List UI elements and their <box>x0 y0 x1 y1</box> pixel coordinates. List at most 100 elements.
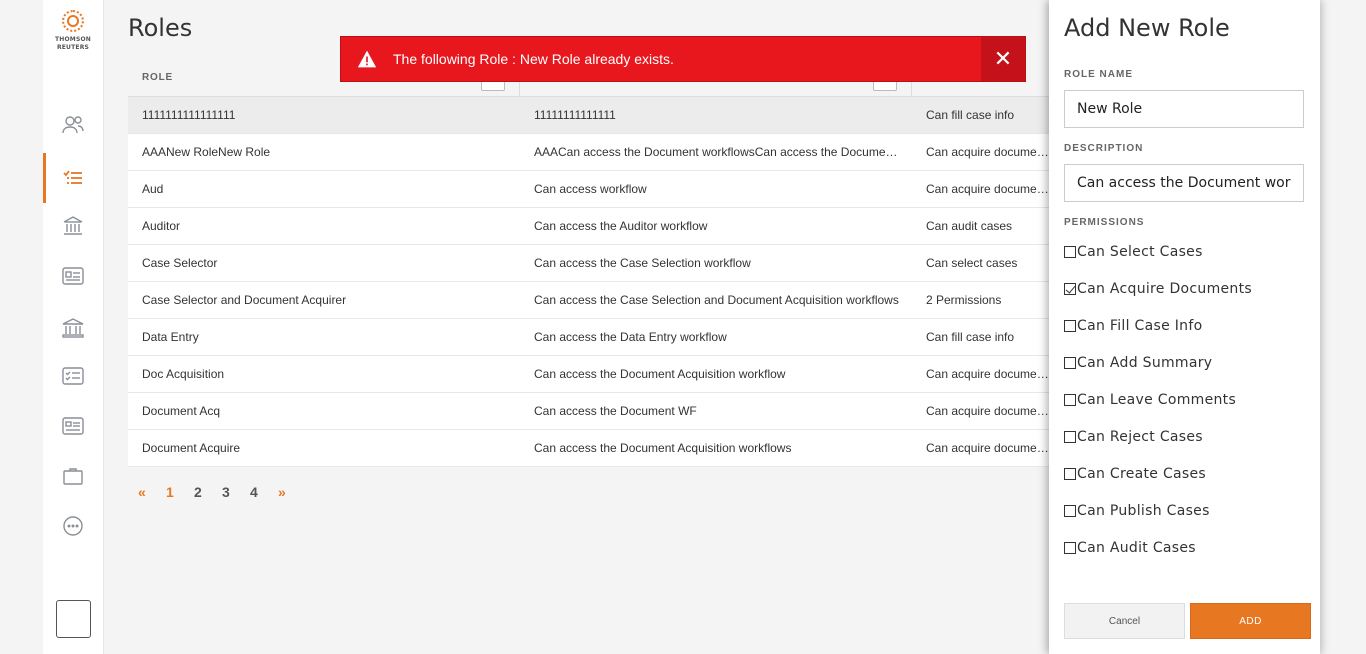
cell-permissions: Can acquire documents <box>926 182 1052 196</box>
checkbox[interactable] <box>1064 468 1076 480</box>
cell-description: Can access the Auditor workflow <box>534 219 708 233</box>
pagination-page-2[interactable]: 2 <box>194 484 222 500</box>
cell-role: Document Acq <box>142 404 221 418</box>
cell-description: Can access the Case Selection and Docume… <box>534 293 899 307</box>
add-button[interactable]: ADD <box>1190 603 1311 639</box>
cell-role: Aud <box>142 182 164 196</box>
table-row[interactable]: 1111111111111111 11111111111111 Can fill… <box>128 97 1068 134</box>
cell-permissions: Can acquire documents <box>926 367 1052 381</box>
nav-item-contact-card[interactable] <box>43 408 103 444</box>
table-row[interactable]: Case Selector Can access the Case Select… <box>128 245 1068 282</box>
cell-role: Doc Acquisition <box>142 367 225 381</box>
cell-permissions: Can fill case info <box>926 330 1015 344</box>
description-input[interactable] <box>1064 164 1304 202</box>
table-row[interactable]: Auditor Can access the Auditor workflow … <box>128 208 1068 245</box>
pagination-page-1[interactable]: 1 <box>166 484 194 500</box>
nav-item-briefcase[interactable] <box>43 458 103 494</box>
permission-audit-cases[interactable]: Can Audit Cases <box>1064 540 1196 556</box>
nav-item-bank[interactable] <box>43 310 103 346</box>
permission-fill-case-info[interactable]: Can Fill Case Info <box>1064 318 1202 334</box>
cell-description: Can access the Document Acquisition work… <box>534 367 786 381</box>
cell-role: Data Entry <box>142 330 199 344</box>
cell-permissions: Can select cases <box>926 256 1018 270</box>
briefcase-icon <box>63 468 83 485</box>
checkbox[interactable] <box>1064 320 1076 332</box>
cell-permissions: Can acquire documents <box>926 441 1052 455</box>
cell-permissions: 2 Permissions <box>926 293 1002 307</box>
alert-message: The following Role : New Role already ex… <box>393 51 674 67</box>
checklist-icon <box>62 367 84 385</box>
cell-description: Can access workflow <box>534 182 647 196</box>
permission-leave-comments[interactable]: Can Leave Comments <box>1064 392 1236 408</box>
nav-item-institution[interactable] <box>43 208 103 244</box>
cell-role: AAANew RoleNew Role <box>142 145 271 159</box>
cell-role: Auditor <box>142 219 181 233</box>
id-card-icon <box>62 267 84 285</box>
checkbox[interactable] <box>1064 357 1076 369</box>
app-root: THOMSON REUTERS Roles ROLE 1111111111111… <box>0 0 1366 654</box>
nav-item-checklist[interactable] <box>43 358 103 394</box>
left-nav: THOMSON REUTERS <box>43 0 104 654</box>
more-icon <box>63 516 83 536</box>
nav-item-users[interactable] <box>43 107 103 143</box>
checkbox[interactable] <box>1064 246 1076 258</box>
logo-line2: REUTERS <box>56 44 90 51</box>
permission-acquire-documents[interactable]: Can Acquire Documents <box>1064 281 1252 297</box>
institution-icon <box>63 216 83 235</box>
cell-role: Document Acquire <box>142 441 241 455</box>
checkbox[interactable] <box>1064 394 1076 406</box>
role-name-input[interactable] <box>1064 90 1304 128</box>
cell-description: 11111111111111 <box>534 108 616 122</box>
nav-item-id-card[interactable] <box>43 258 103 294</box>
table-row[interactable]: Data Entry Can access the Data Entry wor… <box>128 319 1068 356</box>
role-name-label: ROLE NAME <box>1064 69 1133 80</box>
cell-description: Can access the Document Acquisition work… <box>534 441 792 455</box>
cell-description: Can access the Data Entry workflow <box>534 330 727 344</box>
permission-add-summary[interactable]: Can Add Summary <box>1064 355 1212 371</box>
pagination-page-3[interactable]: 3 <box>222 484 250 500</box>
table-row[interactable]: Case Selector and Document Acquirer Can … <box>128 282 1068 319</box>
roles-table: ROLE 1111111111111111 11111111111111 Can… <box>128 60 1068 467</box>
permission-publish-cases[interactable]: Can Publish Cases <box>1064 503 1210 519</box>
add-role-panel: Add New Role ROLE NAME DESCRIPTION PERMI… <box>1049 0 1320 654</box>
cancel-button[interactable]: Cancel <box>1064 603 1185 639</box>
cell-role: 1111111111111111 <box>142 108 236 122</box>
cell-permissions: Can audit cases <box>926 219 1013 233</box>
close-icon: ✕ <box>993 46 1013 71</box>
table-row[interactable]: AAANew RoleNew Role AAACan access the Do… <box>128 134 1068 171</box>
cell-permissions: Can fill case info <box>926 108 1015 122</box>
table-row[interactable]: Document Acquire Can access the Document… <box>128 430 1068 467</box>
cell-role: Case Selector and Document Acquirer <box>142 293 347 307</box>
checkbox[interactable] <box>1064 505 1076 517</box>
table-row[interactable]: Aud Can access workflow Can acquire docu… <box>128 171 1068 208</box>
pagination-prev[interactable]: « <box>138 484 166 500</box>
checkbox-checked[interactable] <box>1064 283 1076 295</box>
pagination-page-4[interactable]: 4 <box>250 484 278 500</box>
panel-title: Add New Role <box>1064 14 1230 42</box>
table-row[interactable]: Doc Acquisition Can access the Document … <box>128 356 1068 393</box>
permission-select-cases[interactable]: Can Select Cases <box>1064 244 1203 260</box>
checkbox[interactable] <box>1064 431 1076 443</box>
permission-reject-cases[interactable]: Can Reject Cases <box>1064 429 1203 445</box>
bank-icon <box>62 318 84 338</box>
cell-description: Can access the Case Selection workflow <box>534 256 751 270</box>
thomson-reuters-logo[interactable]: THOMSON REUTERS <box>43 10 103 52</box>
logo-mark-icon <box>62 10 84 32</box>
pagination-next[interactable]: » <box>278 484 306 500</box>
roles-list-icon <box>63 170 82 184</box>
nav-item-more[interactable] <box>43 508 103 544</box>
cell-description: AAACan access the Document workflowsCan … <box>534 145 900 159</box>
cell-description: Can access the Document WF <box>534 404 697 418</box>
cell-permissions: Can acquire documents <box>926 145 1052 159</box>
nav-item-roles[interactable] <box>43 153 103 203</box>
users-icon <box>62 116 84 134</box>
alert-close-button[interactable]: ✕ <box>981 37 1025 81</box>
checkbox[interactable] <box>1064 542 1076 554</box>
warning-icon <box>357 50 377 68</box>
permission-create-cases[interactable]: Can Create Cases <box>1064 466 1206 482</box>
main-content: Roles ROLE 1111111111111111 111111111111… <box>104 0 1068 654</box>
table-row[interactable]: Document Acq Can access the Document WF … <box>128 393 1068 430</box>
permissions-label: PERMISSIONS <box>1064 217 1145 228</box>
user-profile-button[interactable] <box>56 600 91 638</box>
contact-card-icon <box>62 417 84 435</box>
